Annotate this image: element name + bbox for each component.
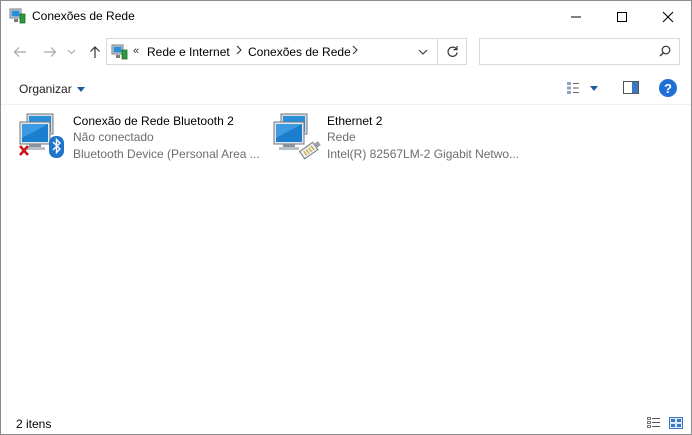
item-status: Rede <box>327 130 356 144</box>
title-bar[interactable]: Conexões de Rede <box>1 1 691 32</box>
item-device: Bluetooth Device (Personal Area ... <box>73 147 260 161</box>
breadcrumb-rede-e-internet[interactable]: Rede e Internet <box>147 45 230 59</box>
network-connections-icon <box>9 8 26 24</box>
preview-pane-icon <box>623 81 639 94</box>
organize-label: Organizar <box>19 82 72 96</box>
details-view-button[interactable] <box>647 417 661 432</box>
list-item-bluetooth-connection[interactable]: Conexão de Rede Bluetooth 2 Não conectad… <box>17 111 267 165</box>
preview-pane-button[interactable] <box>623 81 639 97</box>
navigation-bar: « Rede e Internet Conexões de Rede <box>1 32 691 72</box>
network-connections-icon <box>111 44 128 60</box>
recent-locations-button[interactable] <box>65 44 77 60</box>
caret-down-icon <box>76 87 85 93</box>
close-button[interactable] <box>645 1 691 32</box>
breadcrumb-conexoes-de-rede[interactable]: Conexões de Rede <box>248 45 351 59</box>
arrow-right-icon <box>44 47 57 57</box>
explorer-window: Conexões de Rede « Rede e Internet Conex… <box>0 0 692 435</box>
ethernet-network-icon <box>271 111 323 161</box>
chevron-down-icon <box>418 49 428 55</box>
maximize-button[interactable] <box>599 1 645 32</box>
address-bar[interactable]: « Rede e Internet Conexões de Rede <box>106 38 438 65</box>
maximize-icon <box>617 11 627 22</box>
search-input[interactable] <box>484 42 648 62</box>
large-icons-view-button[interactable] <box>669 417 683 432</box>
list-item-ethernet-connection[interactable]: Ethernet 2 Rede Intel(R) 82567LM-2 Gigab… <box>271 111 521 165</box>
details-view-icon <box>647 417 660 428</box>
caret-down-icon <box>590 85 598 91</box>
breadcrumb-overflow-button[interactable]: « <box>133 45 139 57</box>
close-icon <box>662 11 674 22</box>
bluetooth-network-disconnected-icon <box>17 111 69 161</box>
arrow-left-icon <box>13 47 26 57</box>
chevron-right-icon <box>236 45 242 55</box>
refresh-icon <box>446 46 458 57</box>
arrow-up-icon <box>90 46 100 58</box>
breadcrumb-separator[interactable] <box>352 44 358 58</box>
command-bar: Organizar ? <box>1 72 691 105</box>
search-icon[interactable] <box>659 45 671 60</box>
minimize-button[interactable] <box>553 1 599 32</box>
large-icons-view-icon <box>669 417 683 429</box>
item-status: Não conectado <box>73 130 154 144</box>
chevron-down-icon <box>67 49 75 55</box>
forward-button[interactable] <box>41 44 59 60</box>
item-count: 2 itens <box>16 417 52 431</box>
back-button[interactable] <box>11 44 29 60</box>
organize-menu-button[interactable]: Organizar <box>19 82 85 96</box>
up-button[interactable] <box>86 44 104 60</box>
file-list[interactable]: Conexão de Rede Bluetooth 2 Não conectad… <box>1 104 691 409</box>
chevron-right-icon <box>352 45 358 55</box>
item-name: Ethernet 2 <box>327 114 383 128</box>
item-device: Intel(R) 82567LM-2 Gigabit Netwo... <box>327 147 520 161</box>
refresh-button[interactable] <box>437 38 467 65</box>
change-view-button[interactable] <box>566 80 610 96</box>
window-title: Conexões de Rede <box>32 9 135 23</box>
breadcrumb-separator[interactable] <box>236 44 242 58</box>
help-button[interactable]: ? <box>659 79 677 97</box>
status-bar: 2 itens <box>1 411 691 434</box>
minimize-icon <box>571 16 581 17</box>
view-options-icon <box>567 82 579 94</box>
address-history-dropdown[interactable] <box>408 39 438 64</box>
search-box[interactable] <box>479 38 680 65</box>
item-name: Conexão de Rede Bluetooth 2 <box>73 114 234 128</box>
